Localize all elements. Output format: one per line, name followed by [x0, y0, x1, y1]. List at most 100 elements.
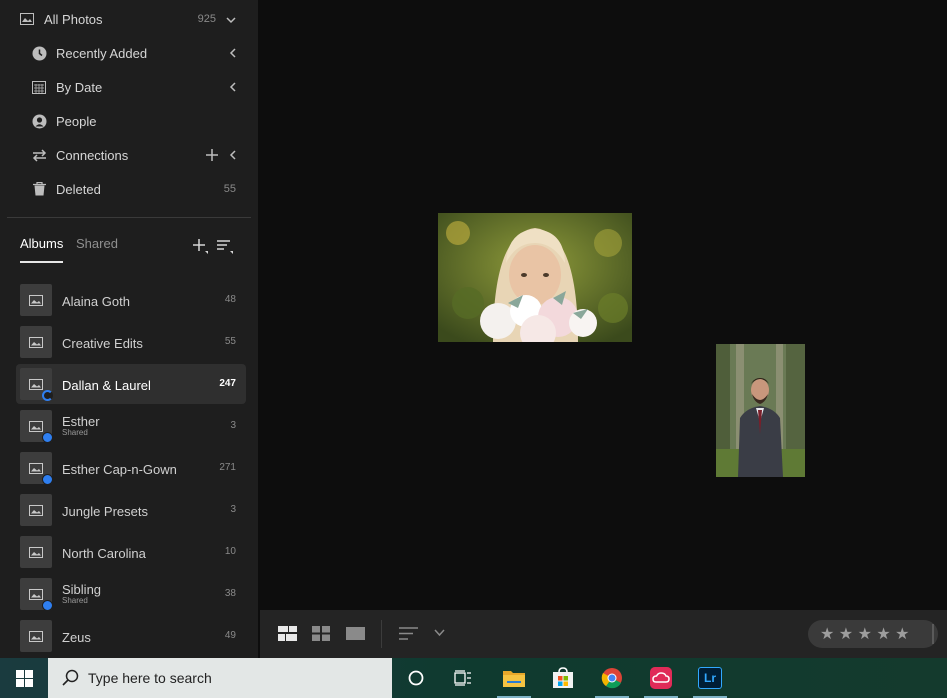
- album-count: 38: [224, 588, 236, 599]
- album-name: Creative Edits: [62, 336, 143, 351]
- album-name: Esther: [62, 414, 100, 429]
- image-placeholder-icon: [29, 588, 43, 600]
- nav-label: Connections: [56, 147, 129, 163]
- photo-grid-view-icon[interactable]: [278, 626, 297, 641]
- album-count: 3: [230, 420, 236, 431]
- active-tab-indicator: [20, 261, 63, 263]
- nav-by-date[interactable]: By Date: [0, 70, 258, 104]
- nav-label: All Photos: [44, 11, 103, 27]
- folder-icon: [503, 671, 525, 687]
- chevron-down-icon[interactable]: [434, 629, 445, 637]
- tab-shared[interactable]: Shared: [76, 236, 118, 251]
- image-placeholder-icon: [29, 294, 43, 306]
- sort-icon[interactable]: [399, 626, 419, 641]
- lightroom-taskbar-button[interactable]: Lr: [687, 658, 733, 698]
- cortana-button[interactable]: [393, 658, 439, 698]
- album-name: Jungle Presets: [62, 504, 148, 519]
- add-album-icon[interactable]: [191, 237, 209, 255]
- nav-recently-added[interactable]: Recently Added: [0, 36, 258, 70]
- album-count: 10: [224, 546, 236, 557]
- album-name: Dallan & Laurel: [62, 378, 151, 393]
- album-count: 48: [224, 294, 236, 305]
- search-placeholder: Type here to search: [88, 670, 212, 686]
- album-thumbnail: [20, 536, 52, 568]
- album-row[interactable]: Dallan & Laurel 247: [16, 364, 246, 404]
- image-placeholder-icon: [29, 378, 43, 390]
- photo-grid: [262, 0, 947, 608]
- calendar-icon: [31, 79, 47, 95]
- image-placeholder-icon: [29, 546, 43, 558]
- album-name: Esther Cap-n-Gown: [62, 462, 177, 477]
- album-row[interactable]: Zeus 49: [16, 616, 246, 656]
- toolbar-divider: [381, 620, 382, 648]
- chrome-button[interactable]: [589, 658, 635, 698]
- nav-people[interactable]: People: [0, 104, 258, 138]
- album-name: North Carolina: [62, 546, 146, 561]
- chevron-left-icon[interactable]: [228, 150, 238, 160]
- nav-all-photos[interactable]: All Photos 925: [0, 2, 258, 36]
- album-count: 247: [219, 378, 236, 389]
- lightroom-icon: Lr: [698, 667, 722, 689]
- taskbar-search[interactable]: Type here to search: [48, 658, 392, 698]
- search-icon: [62, 669, 79, 686]
- tab-albums[interactable]: Albums: [20, 236, 63, 251]
- creative-cloud-button[interactable]: [638, 658, 684, 698]
- nav-label: People: [56, 113, 97, 129]
- windows-logo-icon: [15, 669, 33, 687]
- photo-thumbnail-groom[interactable]: [716, 344, 805, 477]
- album-name: Alaina Goth: [62, 294, 130, 309]
- task-view-button[interactable]: [440, 658, 486, 698]
- person-icon: [31, 113, 47, 129]
- album-count: 271: [219, 462, 236, 473]
- album-thumbnail: [20, 284, 52, 316]
- photo-thumbnail-bride[interactable]: [438, 213, 632, 342]
- arrows-icon: [31, 147, 47, 163]
- album-row[interactable]: Creative Edits 55: [16, 322, 246, 362]
- divider: [7, 217, 251, 218]
- creative-cloud-icon: [650, 667, 672, 689]
- microsoft-store-button[interactable]: [540, 658, 586, 698]
- task-view-icon: [454, 670, 471, 686]
- photos-icon: [19, 11, 35, 27]
- square-grid-view-icon[interactable]: [312, 626, 330, 641]
- image-placeholder-icon: [29, 504, 43, 516]
- sidebar: All Photos 925 Recently Added By Date Pe…: [0, 0, 258, 658]
- file-explorer-button[interactable]: [491, 658, 537, 698]
- start-button[interactable]: [0, 658, 48, 698]
- add-icon[interactable]: [206, 149, 218, 161]
- nav-label: By Date: [56, 79, 103, 95]
- syncing-badge-icon: [42, 390, 53, 401]
- album-name: Sibling: [62, 582, 102, 597]
- album-name: Zeus: [62, 630, 91, 645]
- album-row[interactable]: Esther Shared 3: [16, 406, 246, 446]
- rating-stars[interactable]: ★ ★ ★ ★ ★: [820, 624, 910, 644]
- image-placeholder-icon: [29, 420, 43, 432]
- bottom-toolbar: ★ ★ ★ ★ ★: [260, 610, 947, 658]
- album-count: 49: [224, 630, 236, 641]
- chevron-down-icon[interactable]: [226, 15, 236, 25]
- detail-view-icon[interactable]: [346, 626, 365, 641]
- sort-icon[interactable]: [216, 237, 234, 255]
- album-thumbnail: [20, 620, 52, 652]
- album-count: 3: [230, 504, 236, 515]
- image-placeholder-icon: [29, 462, 43, 474]
- chevron-left-icon[interactable]: [228, 48, 238, 58]
- cortana-circle-icon: [408, 670, 424, 686]
- album-row[interactable]: North Carolina 10: [16, 532, 246, 572]
- nav-connections[interactable]: Connections: [0, 138, 258, 172]
- chevron-left-icon[interactable]: [228, 82, 238, 92]
- clock-icon: [31, 45, 47, 61]
- album-row[interactable]: Sibling Shared 38: [16, 574, 246, 614]
- album-shared-label: Shared: [62, 428, 88, 437]
- trash-icon: [31, 181, 47, 197]
- store-bag-icon: [553, 667, 573, 688]
- album-row[interactable]: Jungle Presets 3: [16, 490, 246, 530]
- lightroom-window: All Photos 925 Recently Added By Date Pe…: [0, 0, 947, 658]
- album-row[interactable]: Alaina Goth 48: [16, 280, 246, 320]
- nav-deleted[interactable]: Deleted 55: [0, 172, 258, 206]
- album-row[interactable]: Esther Cap-n-Gown 271: [16, 448, 246, 488]
- nav-count: 925: [197, 13, 216, 25]
- shared-badge-icon: [42, 474, 53, 485]
- windows-taskbar: Type here to search Lr: [0, 658, 947, 698]
- star-rating-filter[interactable]: ★ ★ ★ ★ ★: [808, 620, 938, 648]
